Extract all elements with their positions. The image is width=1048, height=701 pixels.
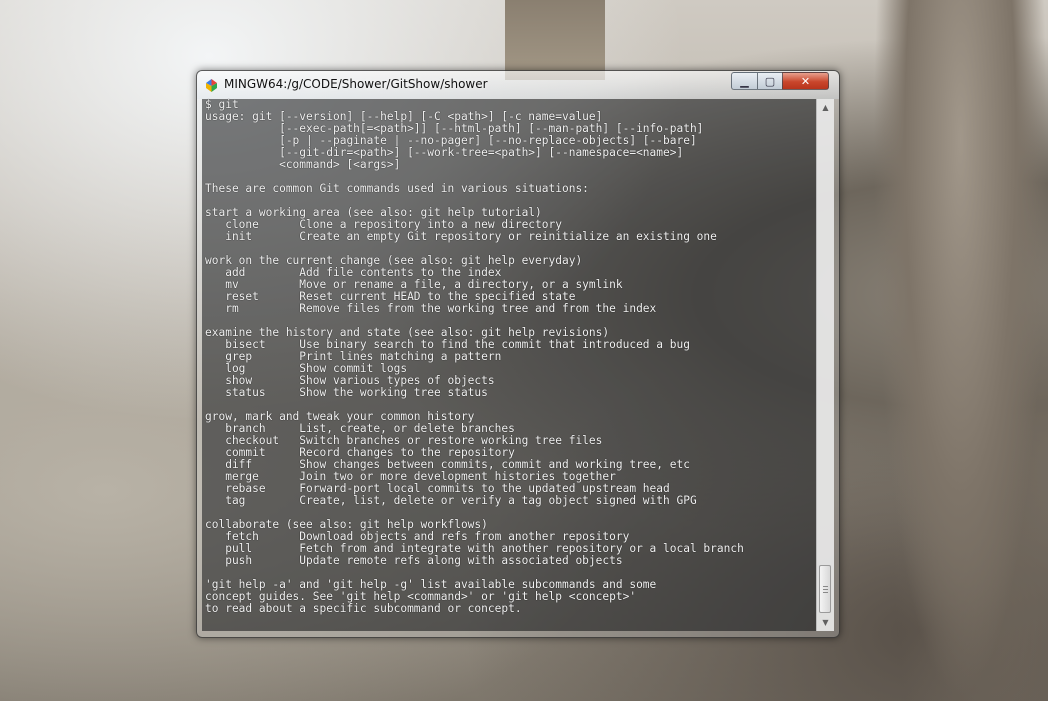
close-button[interactable]: ✕ [782,72,829,90]
terminal-line: to read about a specific subcommand or c… [205,602,522,615]
scrollbar-thumb[interactable] [819,565,831,613]
thumb-grip-line [823,586,828,587]
window-title: MINGW64:/g/CODE/Shower/GitShow/shower [224,77,488,91]
background-tower [505,0,605,80]
background-gargoyle [873,0,1048,701]
mingw-app-icon[interactable] [204,78,219,93]
terminal-line: tag Create, list, delete or verify a tag… [205,494,697,507]
scroll-down-arrow-icon[interactable]: ▼ [817,614,834,631]
terminal-line: status Show the working tree status [205,386,488,399]
terminal-output[interactable]: $ git usage: git [--version] [--help] [-C… [202,99,816,631]
minimize-button[interactable]: ▁ [731,72,758,90]
thumb-grip-line [823,592,828,593]
thumb-grip-line [823,589,828,590]
terminal-line: rm Remove files from the working tree an… [205,302,657,315]
scroll-up-arrow-icon[interactable]: ▲ [817,99,834,116]
terminal-line: <command> [<args>] [205,158,401,171]
vertical-scrollbar[interactable]: ▲ ▼ [816,99,834,631]
terminal-window[interactable]: MINGW64:/g/CODE/Shower/GitShow/shower ▁ … [196,70,840,638]
terminal-line: init Create an empty Git repository or r… [205,230,717,243]
terminal-line: push Update remote refs along with assoc… [205,554,623,567]
maximize-button[interactable]: ▢ [757,72,783,90]
terminal-line: These are common Git commands used in va… [205,182,589,195]
title-bar[interactable]: MINGW64:/g/CODE/Shower/GitShow/shower ▁ … [197,71,839,99]
terminal-text: $ git usage: git [--version] [--help] [-C… [202,99,816,615]
